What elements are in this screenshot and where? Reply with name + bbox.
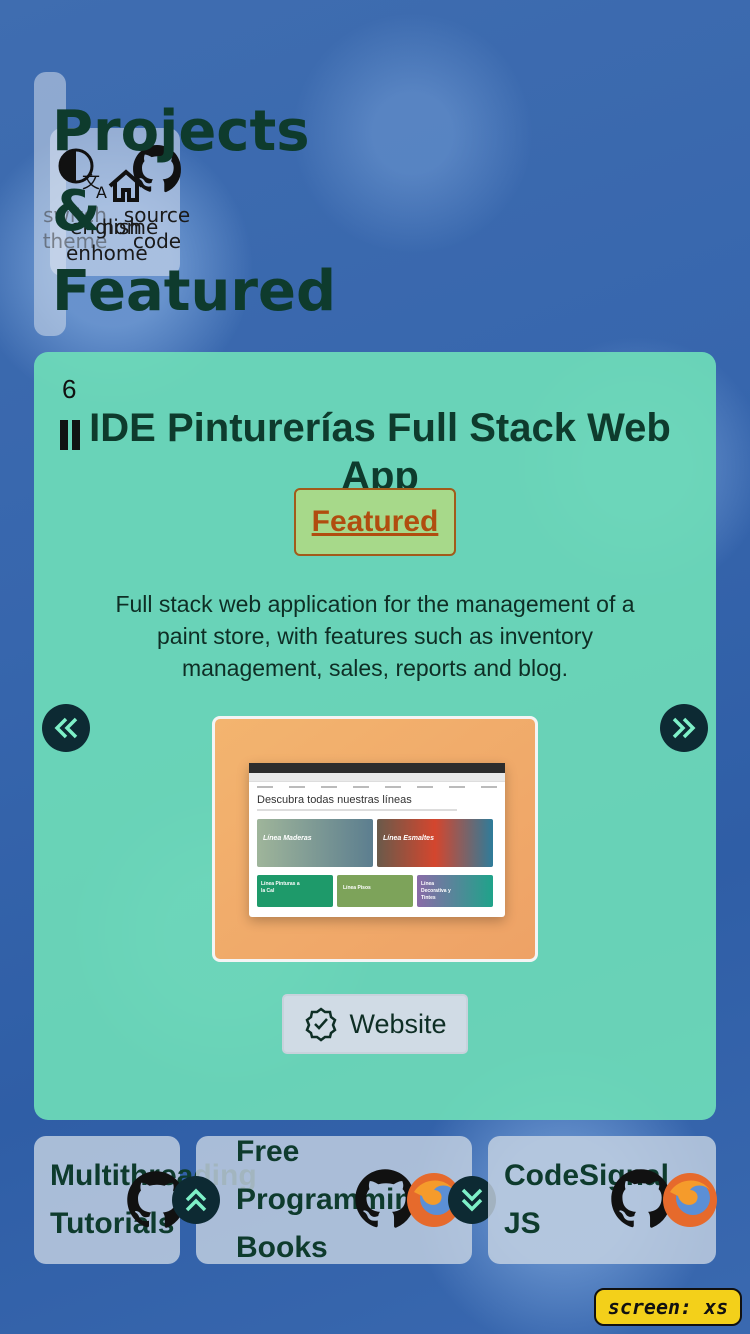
double-chevron-up-icon — [185, 1188, 207, 1212]
website-button[interactable]: Website — [282, 994, 468, 1054]
project-screenshot: Descubra todas nuestras líneas Línea Mad… — [212, 716, 538, 962]
page-title: Projects & Featured — [52, 99, 337, 324]
next-button[interactable] — [660, 704, 708, 752]
slide-counter: 6 — [62, 374, 77, 404]
verified-badge-icon — [305, 1007, 337, 1042]
scroll-up-button[interactable] — [172, 1176, 220, 1224]
tile-pisos: Línea Pisos — [337, 875, 413, 907]
website-label: Website — [349, 1008, 447, 1039]
tile-decorativa: Línea Decorativa y Tintes — [417, 875, 493, 907]
double-chevron-left-icon — [54, 717, 78, 739]
double-chevron-right-icon — [672, 717, 696, 739]
featured-badge[interactable]: Featured — [294, 488, 456, 556]
screen-size-tag: screen: xs — [594, 1288, 742, 1326]
tile-cal: Línea Pinturas a la Cal — [257, 875, 333, 907]
previous-button[interactable] — [42, 704, 90, 752]
screenshot-heading: Descubra todas nuestras líneas — [257, 794, 412, 806]
firefox-icon[interactable] — [660, 1170, 720, 1230]
tile-maderas: Línea Maderas — [257, 819, 373, 867]
tile-esmaltes: Línea Esmaltes — [377, 819, 493, 867]
double-chevron-down-icon — [461, 1188, 483, 1212]
project-description: Full stack web application for the manag… — [115, 591, 635, 681]
browser-mockup: Descubra todas nuestras líneas Línea Mad… — [249, 763, 505, 917]
project-title: IDE Pinturerías Full Stack Web App — [89, 406, 671, 498]
